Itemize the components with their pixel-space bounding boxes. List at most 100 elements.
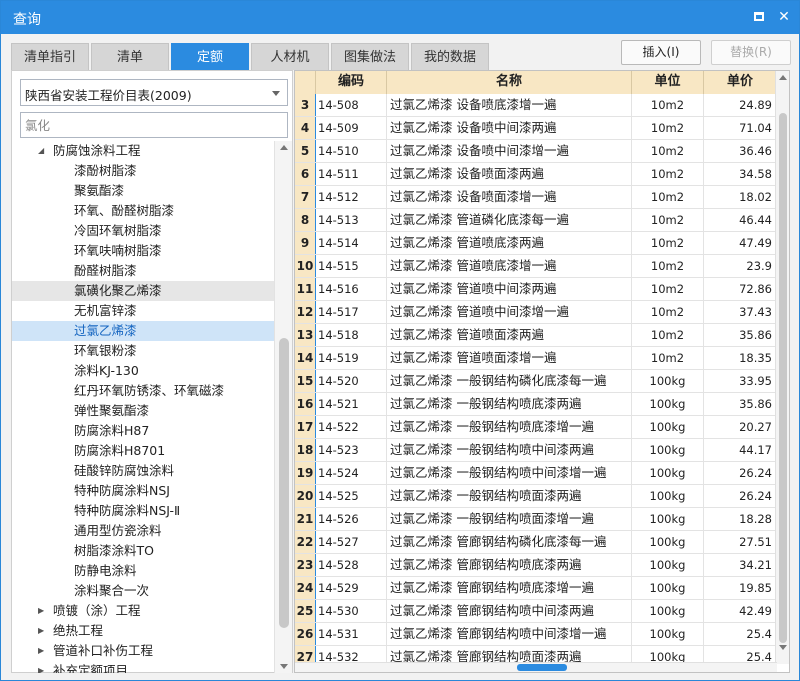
tree-node[interactable]: ◢ 防腐蚀涂料工程 xyxy=(12,141,274,161)
table-row[interactable]: 21 14-526 过氯乙烯漆 一般钢结构喷面漆增一遍 100kg 18.28 xyxy=(295,508,777,531)
code-cell: 14-510 xyxy=(316,140,387,162)
tree-node[interactable]: 弹性聚氨酯漆 xyxy=(12,401,274,421)
table-row[interactable]: 16 14-521 过氯乙烯漆 一般钢结构喷底漆两遍 100kg 35.86 xyxy=(295,393,777,416)
table-row[interactable]: 12 14-517 过氯乙烯漆 管道喷中间漆增一遍 10m2 37.43 xyxy=(295,301,777,324)
code-cell: 14-527 xyxy=(316,531,387,553)
tab-qingdan[interactable]: 清单 xyxy=(91,43,169,70)
tree-scrollbar[interactable] xyxy=(274,141,292,673)
code-cell: 14-529 xyxy=(316,577,387,599)
grid-hscrollbar-thumb[interactable] xyxy=(517,664,567,671)
table-row[interactable]: 23 14-528 过氯乙烯漆 管廊钢结构喷底漆两遍 100kg 34.21 xyxy=(295,554,777,577)
unit-cell: 10m2 xyxy=(632,186,704,208)
table-row[interactable]: 13 14-518 过氯乙烯漆 管道喷面漆两遍 10m2 35.86 xyxy=(295,324,777,347)
tree-node[interactable]: 涂料聚合一次 xyxy=(12,581,274,601)
table-row[interactable]: 6 14-511 过氯乙烯漆 设备喷面漆两遍 10m2 34.58 xyxy=(295,163,777,186)
tree-node[interactable]: 环氧银粉漆 xyxy=(12,341,274,361)
grid-hscrollbar[interactable] xyxy=(295,662,777,672)
unit-cell: 100kg xyxy=(632,531,704,553)
tree-node[interactable]: 环氧、酚醛树脂漆 xyxy=(12,201,274,221)
header-price[interactable]: 单价 xyxy=(704,71,777,94)
table-row[interactable]: 18 14-523 过氯乙烯漆 一般钢结构喷中间漆两遍 100kg 44.17 xyxy=(295,439,777,462)
table-row[interactable]: 4 14-509 过氯乙烯漆 设备喷中间漆两遍 10m2 71.04 xyxy=(295,117,777,140)
tree-node[interactable]: 通用型仿瓷涂料 xyxy=(12,521,274,541)
close-button[interactable]: ✕ xyxy=(774,7,794,27)
scroll-down-icon[interactable] xyxy=(779,645,787,650)
tree-node[interactable]: 氯磺化聚乙烯漆 xyxy=(12,281,274,301)
row-index: 24 xyxy=(295,577,316,599)
table-row[interactable]: 22 14-527 过氯乙烯漆 管廊钢结构磷化底漆每一遍 100kg 27.51 xyxy=(295,531,777,554)
name-cell: 过氯乙烯漆 管廊钢结构喷底漆增一遍 xyxy=(387,577,632,599)
tree-node[interactable]: 涂料KJ-130 xyxy=(12,361,274,381)
tree-node[interactable]: 环氧呋喃树脂漆 xyxy=(12,241,274,261)
table-row[interactable]: 11 14-516 过氯乙烯漆 管道喷中间漆两遍 10m2 72.86 xyxy=(295,278,777,301)
name-cell: 过氯乙烯漆 设备喷底漆增一遍 xyxy=(387,94,632,116)
tree-node[interactable]: ▶ 补充定额项目 xyxy=(12,661,274,673)
scroll-up-icon[interactable] xyxy=(779,75,787,80)
tree-node[interactable]: ▶ 绝热工程 xyxy=(12,621,274,641)
tree-scrollbar-thumb[interactable] xyxy=(279,338,289,628)
price-cell: 34.21 xyxy=(704,554,776,576)
unit-cell: 10m2 xyxy=(632,232,704,254)
tree-node[interactable]: 红丹环氧防锈漆、环氧磁漆 xyxy=(12,381,274,401)
tree-node[interactable]: 防腐涂料H87 xyxy=(12,421,274,441)
header-name[interactable]: 名称 xyxy=(387,71,632,94)
collapse-arrow-icon[interactable]: ▶ xyxy=(38,641,48,661)
library-select[interactable]: 陕西省安装工程价目表(2009) xyxy=(20,79,288,106)
tree-node-label: 硅酸锌防腐蚀涂料 xyxy=(74,463,175,478)
tree-node[interactable]: 漆酚树脂漆 xyxy=(12,161,274,181)
tree-node[interactable]: 防静电涂料 xyxy=(12,561,274,581)
table-row[interactable]: 7 14-512 过氯乙烯漆 设备喷面漆增一遍 10m2 18.02 xyxy=(295,186,777,209)
row-index: 7 xyxy=(295,186,316,208)
table-row[interactable]: 19 14-524 过氯乙烯漆 一般钢结构喷中间漆增一遍 100kg 26.24 xyxy=(295,462,777,485)
tree-node[interactable]: 酚醛树脂漆 xyxy=(12,261,274,281)
header-code[interactable]: 编码 xyxy=(316,71,387,94)
tree-node[interactable]: 特种防腐涂料NSJ xyxy=(12,481,274,501)
window-title: 查询 xyxy=(13,12,41,28)
tree-node[interactable]: 无机富锌漆 xyxy=(12,301,274,321)
table-row[interactable]: 17 14-522 过氯乙烯漆 一般钢结构喷底漆增一遍 100kg 20.27 xyxy=(295,416,777,439)
grid-vscrollbar-thumb[interactable] xyxy=(779,113,787,643)
table-row[interactable]: 10 14-515 过氯乙烯漆 管道喷底漆增一遍 10m2 23.9 xyxy=(295,255,777,278)
tree-node[interactable]: 特种防腐涂料NSJ-Ⅱ xyxy=(12,501,274,521)
tree-node[interactable]: ▶ 喷镀（涂）工程 xyxy=(12,601,274,621)
collapse-arrow-icon[interactable]: ▶ xyxy=(38,661,48,673)
tree-node[interactable]: 冷固环氧树脂漆 xyxy=(12,221,274,241)
price-cell: 25.4 xyxy=(704,623,776,645)
table-row[interactable]: 15 14-520 过氯乙烯漆 一般钢结构磷化底漆每一遍 100kg 33.95 xyxy=(295,370,777,393)
search-input[interactable] xyxy=(20,112,288,138)
chevron-down-icon xyxy=(272,91,280,96)
table-row[interactable]: 8 14-513 过氯乙烯漆 管道磷化底漆每一遍 10m2 46.44 xyxy=(295,209,777,232)
tree-node-label: 涂料KJ-130 xyxy=(74,363,139,378)
tree-node[interactable]: 树脂漆涂料TO xyxy=(12,541,274,561)
maximize-button[interactable] xyxy=(749,7,769,27)
scroll-up-icon[interactable] xyxy=(280,145,288,150)
table-row[interactable]: 3 14-508 过氯乙烯漆 设备喷底漆增一遍 10m2 24.89 xyxy=(295,94,777,117)
table-row[interactable]: 14 14-519 过氯乙烯漆 管道喷面漆增一遍 10m2 18.35 xyxy=(295,347,777,370)
tab-qingdan-zhiyin[interactable]: 清单指引 xyxy=(11,43,89,70)
tab-rencaiji[interactable]: 人材机 xyxy=(251,43,329,70)
tree-node[interactable]: 过氯乙烯漆 xyxy=(12,321,274,341)
price-cell: 47.49 xyxy=(704,232,776,254)
collapse-arrow-icon[interactable]: ▶ xyxy=(38,601,48,621)
expand-arrow-icon[interactable]: ◢ xyxy=(38,141,48,161)
tab-tuji-zuofa[interactable]: 图集做法 xyxy=(331,43,409,70)
tree-node[interactable]: 聚氨酯漆 xyxy=(12,181,274,201)
table-row[interactable]: 25 14-530 过氯乙烯漆 管廊钢结构喷中间漆两遍 100kg 42.49 xyxy=(295,600,777,623)
tab-dinge[interactable]: 定额 xyxy=(171,43,249,70)
table-row[interactable]: 20 14-525 过氯乙烯漆 一般钢结构喷面漆两遍 100kg 26.24 xyxy=(295,485,777,508)
collapse-arrow-icon[interactable]: ▶ xyxy=(38,621,48,641)
table-row[interactable]: 5 14-510 过氯乙烯漆 设备喷中间漆增一遍 10m2 36.46 xyxy=(295,140,777,163)
table-row[interactable]: 9 14-514 过氯乙烯漆 管道喷底漆两遍 10m2 47.49 xyxy=(295,232,777,255)
replace-button[interactable]: 替换(R) xyxy=(711,40,791,65)
header-unit[interactable]: 单位 xyxy=(632,71,704,94)
insert-button[interactable]: 插入(I) xyxy=(621,40,701,65)
scroll-down-icon[interactable] xyxy=(280,664,288,669)
table-row[interactable]: 24 14-529 过氯乙烯漆 管廊钢结构喷底漆增一遍 100kg 19.85 xyxy=(295,577,777,600)
grid-vscrollbar[interactable] xyxy=(775,71,789,664)
table-row[interactable]: 26 14-531 过氯乙烯漆 管廊钢结构喷中间漆增一遍 100kg 25.4 xyxy=(295,623,777,646)
tree-node[interactable]: ▶ 管道补口补伤工程 xyxy=(12,641,274,661)
grid-body: 3 14-508 过氯乙烯漆 设备喷底漆增一遍 10m2 24.89 4 14-509 过氯乙… xyxy=(295,94,777,664)
tree-node[interactable]: 防腐涂料H8701 xyxy=(12,441,274,461)
tree-node[interactable]: 硅酸锌防腐蚀涂料 xyxy=(12,461,274,481)
tab-my-data[interactable]: 我的数据 xyxy=(411,43,489,70)
